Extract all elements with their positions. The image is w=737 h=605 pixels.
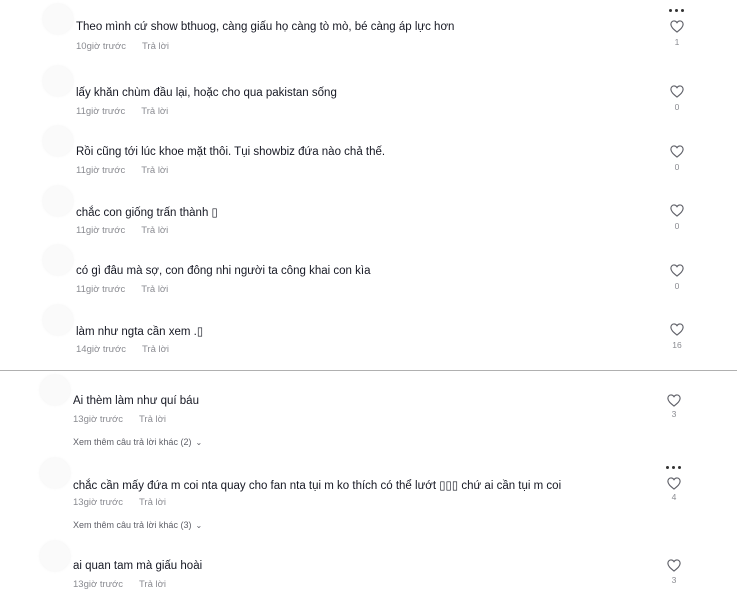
reply-button[interactable]: Trả lời [139, 579, 166, 590]
comment-time: 10giờ trước [76, 41, 126, 52]
reply-button[interactable]: Trả lời [141, 284, 168, 295]
view-more-replies-label: Xem thêm câu trả lời khác (2) [73, 437, 192, 447]
comment-text: Ai thèm làm như quí báu [73, 395, 199, 407]
comment-time: 11giờ trước [76, 165, 126, 176]
comment-meta: 13giờ trước Trả lời [73, 579, 166, 590]
heart-icon[interactable] [670, 204, 684, 217]
comment-text: Rồi cũng tới lúc khoe mặt thôi. Tụi show… [76, 146, 386, 158]
view-more-replies-button[interactable]: Xem thêm câu trả lời khác (3) ⌄ [73, 520, 202, 530]
view-more-replies-label: Xem thêm câu trả lời khác (3) [73, 520, 192, 530]
like-count: 0 [674, 162, 680, 172]
comment-meta: 11giờ trước Trả lời [76, 165, 168, 176]
reply-button[interactable]: Trả lời [142, 41, 169, 52]
reply-button[interactable]: Trả lời [141, 165, 168, 176]
reply-button[interactable]: Trả lời [139, 497, 166, 508]
heart-icon[interactable] [670, 264, 684, 277]
heart-icon[interactable] [667, 559, 681, 572]
comment-time: 13giờ trước [73, 497, 123, 508]
comment-meta: 13giờ trước Trả lời [73, 414, 166, 425]
heart-icon[interactable] [670, 323, 684, 336]
avatar[interactable] [40, 375, 70, 405]
comment-text: chắc con giống trấn thành ▯ [76, 207, 218, 219]
comment-meta: 11giờ trước Trả lời [76, 284, 168, 295]
heart-icon[interactable] [667, 394, 681, 407]
avatar[interactable] [40, 541, 70, 571]
comment-meta: 14giờ trước Trả lời [76, 344, 169, 355]
reply-button[interactable]: Trả lời [141, 106, 168, 117]
comment-time: 14giờ trước [76, 344, 126, 355]
comment-time: 13giờ trước [73, 579, 123, 590]
heart-icon[interactable] [670, 145, 684, 158]
avatar[interactable] [43, 245, 73, 275]
comment-meta: 10giờ trước Trả lời [76, 41, 169, 52]
chevron-down-icon: ⌄ [195, 521, 203, 530]
reply-button[interactable]: Trả lời [139, 414, 166, 425]
comment-time: 11giờ trước [76, 106, 126, 117]
reply-button[interactable]: Trả lời [141, 225, 168, 236]
like-count: 0 [674, 221, 680, 231]
avatar[interactable] [43, 186, 73, 216]
reply-button[interactable]: Trả lời [142, 344, 169, 355]
like-count: 0 [674, 102, 680, 112]
comment-text: ai quan tam mà giấu hoài [73, 560, 203, 572]
heart-icon[interactable] [667, 477, 681, 490]
chevron-down-icon: ⌄ [195, 438, 203, 447]
heart-icon[interactable] [670, 20, 684, 33]
comment-time: 13giờ trước [73, 414, 123, 425]
like-count: 3 [671, 575, 677, 585]
comment-time: 11giờ trước [76, 225, 126, 236]
comment-meta: 11giờ trước Trả lời [76, 225, 168, 236]
like-count: 3 [671, 409, 677, 419]
like-count: 16 [672, 340, 682, 350]
heart-icon[interactable] [670, 85, 684, 98]
more-options-icon[interactable] [669, 8, 685, 14]
avatar[interactable] [43, 66, 73, 96]
comment-meta: 11giờ trước Trả lời [76, 106, 168, 117]
like-count: 4 [671, 492, 677, 502]
comment-meta: 13giờ trước Trả lời [73, 497, 166, 508]
like-count: 0 [674, 281, 680, 291]
comment-time: 11giờ trước [76, 284, 126, 295]
avatar[interactable] [43, 4, 73, 34]
like-count: 1 [674, 37, 680, 47]
avatar[interactable] [43, 126, 73, 156]
comment-text: làm như ngta cần xem .▯ [76, 326, 204, 338]
avatar[interactable] [40, 458, 70, 488]
comment-text: lấy khăn chùm đầu lại, hoặc cho qua paki… [76, 87, 337, 99]
comment-text: có gì đâu mà sợ, con đông nhi người ta c… [76, 265, 371, 277]
avatar[interactable] [43, 305, 73, 335]
comment-text: Theo mình cứ show bthuog, càng giấu họ c… [76, 21, 455, 33]
section-divider [0, 370, 737, 371]
comment-text: chắc cần mấy đứa m coi nta quay cho fan … [73, 480, 562, 492]
more-options-icon[interactable] [666, 465, 682, 471]
view-more-replies-button[interactable]: Xem thêm câu trả lời khác (2) ⌄ [73, 437, 202, 447]
